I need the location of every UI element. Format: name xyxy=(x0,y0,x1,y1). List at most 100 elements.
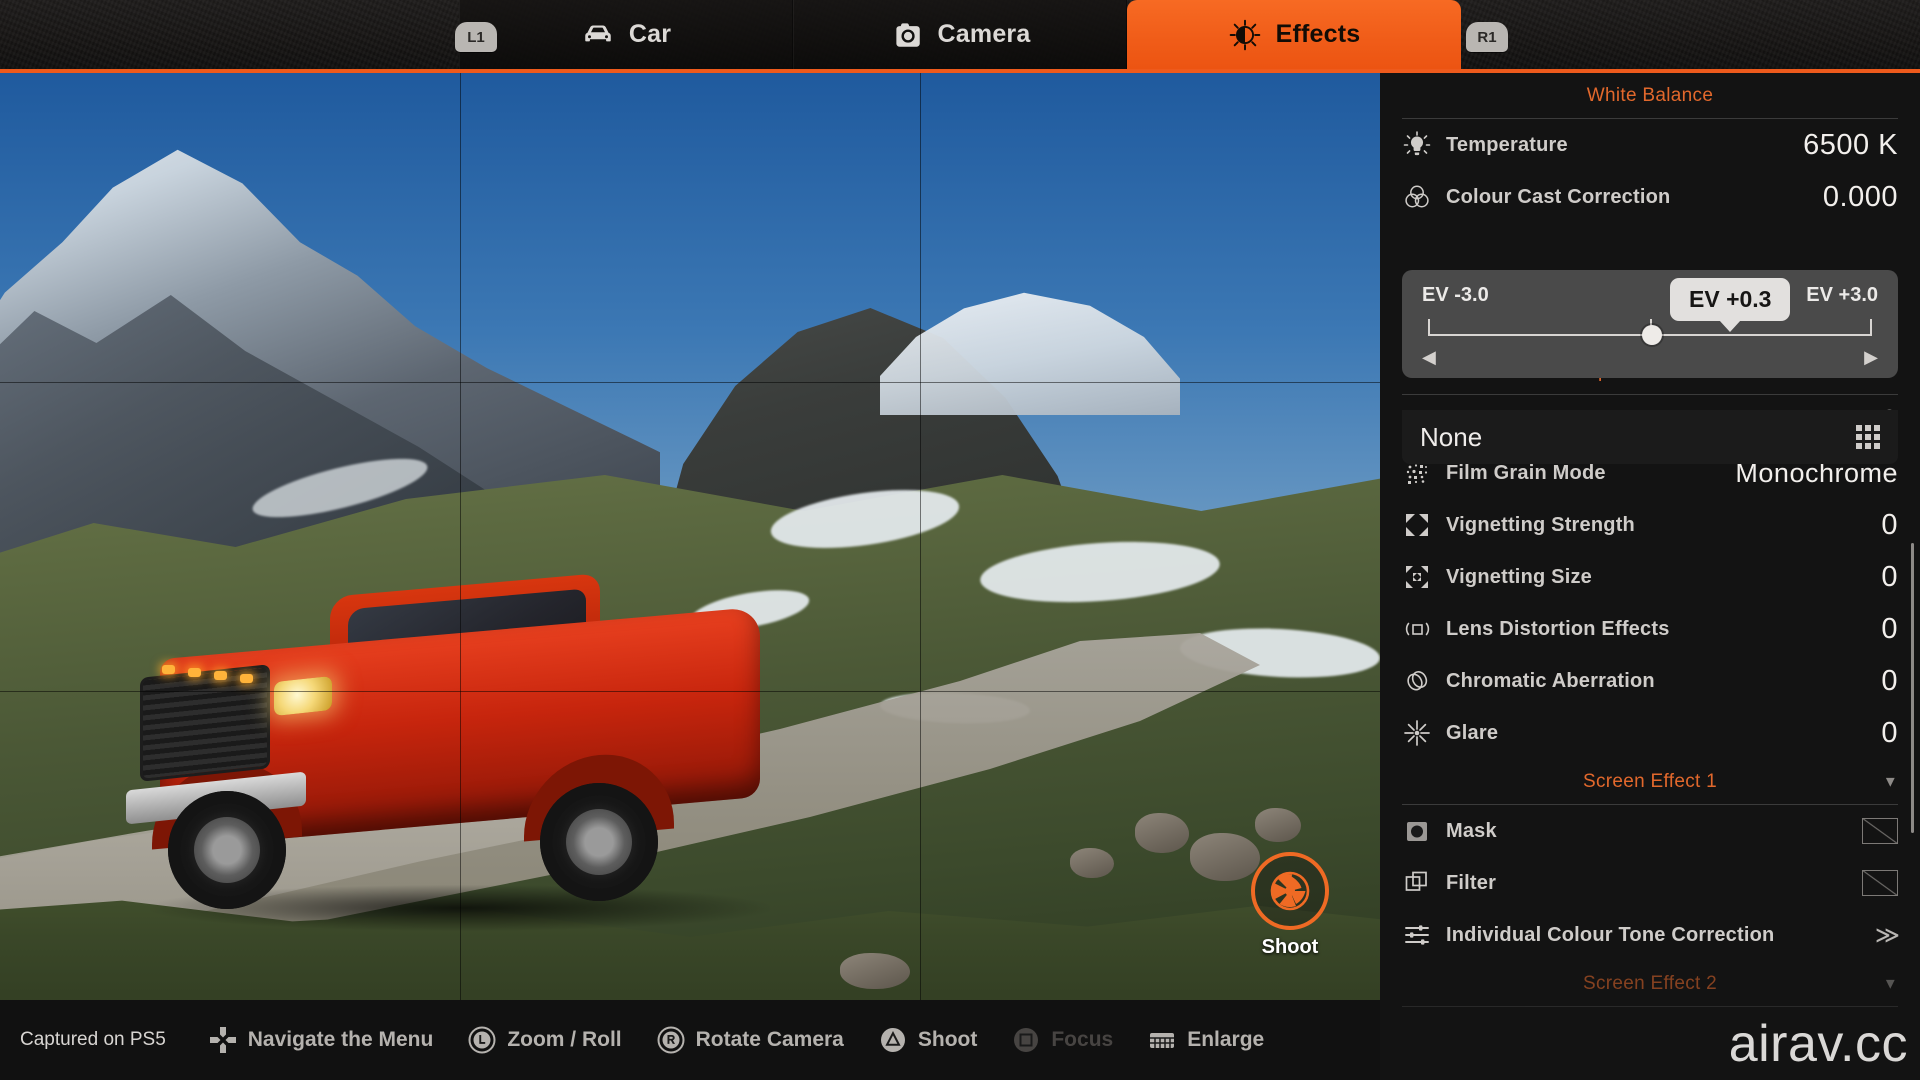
chevron-down-icon[interactable]: ▼ xyxy=(1883,975,1898,992)
ev-decrease-arrow[interactable]: ◀ xyxy=(1422,347,1436,368)
row-film-grain-mode-label: Film Grain Mode xyxy=(1446,462,1735,485)
chevron-down-icon[interactable]: ▼ xyxy=(1883,773,1898,790)
top-tab-bar: Car Camera xyxy=(0,0,1920,73)
captured-on-label: Captured on PS5 xyxy=(20,1029,166,1051)
section-header-screen-effect-1[interactable]: Screen Effect 1 ▼ xyxy=(1402,759,1898,805)
row-colour-cast-correction[interactable]: Colour Cast Correction 0.000 xyxy=(1380,171,1920,223)
touchpad-icon xyxy=(1147,1025,1177,1055)
vehicle-marker-light xyxy=(240,674,253,683)
ev-stepper-arrows: ◀ ▶ xyxy=(1422,345,1878,368)
rock xyxy=(840,953,910,989)
vehicle-marker-light xyxy=(188,668,201,677)
ev-track-end-right xyxy=(1870,319,1872,336)
row-individual-colour-tone-correction[interactable]: Individual Colour Tone Correction ≫ xyxy=(1380,909,1920,961)
section-header-screen-effect-2[interactable]: Screen Effect 2 ▼ xyxy=(1402,961,1898,1007)
ev-track-end-left xyxy=(1428,319,1430,336)
tab-car[interactable]: Car xyxy=(459,0,793,69)
hint-enlarge[interactable]: Enlarge xyxy=(1147,1025,1264,1055)
row-colour-cast-value: 0.000 xyxy=(1823,181,1898,214)
hint-label: Enlarge xyxy=(1187,1028,1264,1052)
bottom-hint-bar: Captured on PS5 Navigate the Menu Zoom /… xyxy=(0,1000,1400,1080)
double-chevron-right-icon[interactable]: ≫ xyxy=(1875,921,1898,950)
l-stick-icon xyxy=(467,1025,497,1055)
vignette-size-icon xyxy=(1402,562,1432,592)
row-filter-label: Filter xyxy=(1446,872,1862,895)
dpad-icon xyxy=(208,1025,238,1055)
shoot-button-label: Shoot xyxy=(1230,936,1350,959)
ev-slider-track[interactable] xyxy=(1422,315,1878,345)
aperture-icon xyxy=(1268,869,1312,913)
hint-label: Rotate Camera xyxy=(696,1028,844,1052)
brightness-icon xyxy=(1228,18,1262,52)
row-vignetting-strength[interactable]: Vignetting Strength 0 xyxy=(1380,499,1920,551)
hint-zoom-roll[interactable]: Zoom / Roll xyxy=(467,1025,621,1055)
row-chromatic-aberration-value: 0 xyxy=(1881,665,1898,698)
row-vignetting-size-value: 0 xyxy=(1881,561,1898,594)
hint-label: Navigate the Menu xyxy=(248,1028,434,1052)
composition-grid-line xyxy=(920,73,921,1000)
triangle-button-icon xyxy=(878,1025,908,1055)
ev-slider-knob[interactable] xyxy=(1642,325,1662,345)
vehicle-wheel xyxy=(540,783,658,901)
composition-grid-line xyxy=(0,382,1380,383)
row-glare-value: 0 xyxy=(1881,717,1898,750)
hint-focus: Focus xyxy=(1011,1025,1113,1055)
tab-camera[interactable]: Camera xyxy=(793,0,1127,69)
row-filter[interactable]: Filter xyxy=(1380,857,1920,909)
preset-selector[interactable]: None xyxy=(1402,410,1898,464)
composition-grid-line xyxy=(0,691,1380,692)
row-chromatic-aberration[interactable]: Chromatic Aberration 0 xyxy=(1380,655,1920,707)
row-temperature-value: 6500 K xyxy=(1803,129,1898,162)
ev-max-label: EV +3.0 xyxy=(1806,284,1878,307)
row-chromatic-aberration-label: Chromatic Aberration xyxy=(1446,670,1881,693)
photo-viewport[interactable] xyxy=(0,73,1380,1000)
row-lens-distortion-effects[interactable]: Lens Distortion Effects 0 xyxy=(1380,603,1920,655)
shoot-button[interactable]: Shoot xyxy=(1230,852,1350,959)
tab-effects[interactable]: Effects xyxy=(1127,0,1461,69)
hint-navigate-the-menu[interactable]: Navigate the Menu xyxy=(208,1025,434,1055)
hint-rotate-camera[interactable]: Rotate Camera xyxy=(656,1025,844,1055)
row-vignetting-size[interactable]: Vignetting Size 0 xyxy=(1380,551,1920,603)
hint-label: Shoot xyxy=(918,1028,977,1052)
section-header-white-balance: White Balance xyxy=(1402,73,1898,119)
shoulder-button-l1[interactable]: L1 xyxy=(455,22,497,52)
rock xyxy=(1070,848,1114,878)
photo-mode-screen: Car Camera xyxy=(0,0,1920,1080)
tab-effects-label: Effects xyxy=(1276,20,1361,49)
effects-panel: White Balance Temperature 6500 K xyxy=(1380,73,1920,1080)
mask-swatch[interactable] xyxy=(1862,818,1898,844)
row-mask[interactable]: Mask xyxy=(1380,805,1920,857)
ev-increase-arrow[interactable]: ▶ xyxy=(1864,347,1878,368)
row-temperature[interactable]: Temperature 6500 K xyxy=(1380,119,1920,171)
row-glare[interactable]: Glare 0 xyxy=(1380,707,1920,759)
hint-label: Focus xyxy=(1051,1028,1113,1052)
filter-icon xyxy=(1402,868,1432,898)
watermark: airav.cc xyxy=(1729,1014,1908,1074)
grid-menu-icon[interactable] xyxy=(1856,425,1880,449)
row-lens-distortion-label: Lens Distortion Effects xyxy=(1446,618,1881,641)
shoot-ring xyxy=(1251,852,1329,930)
glare-icon xyxy=(1402,718,1432,748)
r-stick-icon xyxy=(656,1025,686,1055)
vehicle-headlight xyxy=(274,676,332,716)
filter-swatch[interactable] xyxy=(1862,870,1898,896)
hint-shoot[interactable]: Shoot xyxy=(878,1025,977,1055)
ev-range-labels: EV -3.0 EV +3.0 xyxy=(1422,284,1878,307)
vehicle-marker-light xyxy=(214,671,227,680)
sliders-icon xyxy=(1402,920,1432,950)
row-glare-label: Glare xyxy=(1446,722,1881,745)
rock xyxy=(1255,808,1301,842)
square-button-icon xyxy=(1011,1025,1041,1055)
ev-slider-card[interactable]: EV -3.0 EV +3.0 ◀ ▶ xyxy=(1402,270,1898,378)
panel-scrollbar[interactable] xyxy=(1911,543,1914,833)
row-temperature-label: Temperature xyxy=(1446,134,1803,157)
shoulder-button-r1[interactable]: R1 xyxy=(1466,22,1508,52)
tab-camera-label: Camera xyxy=(938,20,1031,49)
row-individual-colour-tone-label: Individual Colour Tone Correction xyxy=(1446,924,1875,947)
ev-min-label: EV -3.0 xyxy=(1422,284,1489,307)
colour-cast-icon xyxy=(1402,182,1432,212)
row-vignetting-strength-value: 0 xyxy=(1881,509,1898,542)
camera-icon xyxy=(890,18,924,52)
vehicle-subject xyxy=(140,613,800,943)
vehicle-marker-light xyxy=(162,665,175,674)
